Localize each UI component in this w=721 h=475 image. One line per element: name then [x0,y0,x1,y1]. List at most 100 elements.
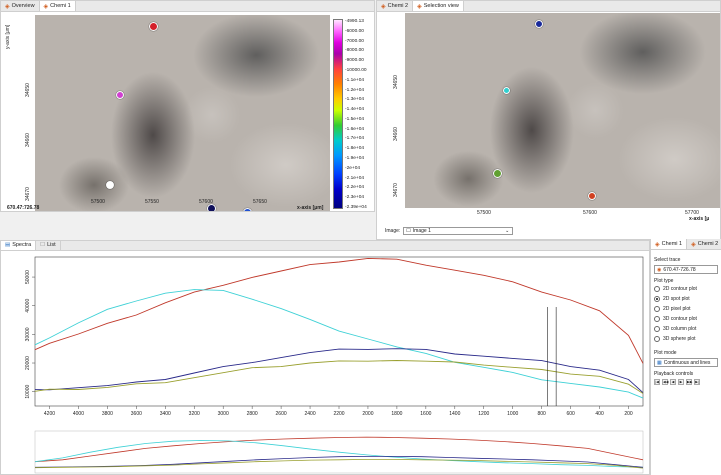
radio-button[interactable] [654,316,660,322]
colorbar-label: -10000.00 [345,67,367,73]
x-tick-label: 4000 [73,411,84,417]
trace-value: 670.47-726.78 [663,266,696,273]
spectra-tabbar: ▤ Spectra ☐ List [1,241,649,251]
select-trace-dropdown[interactable]: ◉ 670.47-726.78 [654,265,718,274]
x-tick-label: 2800 [247,411,258,417]
radio-button[interactable] [654,296,660,302]
control-tabbar: ◈ Chemi 1 ◈ Chemi 2 [651,239,721,250]
playback-button[interactable]: ◀ [670,379,676,385]
image-value: Image 1 [412,228,431,234]
tab-selection-view[interactable]: ◈ Selection view [413,1,464,11]
right-microscope-image[interactable] [405,13,720,208]
y-tick: 34670 [25,187,31,201]
x-tick-label: 3800 [102,411,113,417]
right-map-panel: ◈ Chemi 2 ◈ Selection view 34650 34660 346… [376,0,721,240]
select-trace-label: Select trace [654,257,681,263]
x-tick-label: 3200 [189,411,200,417]
plot-type-option[interactable]: 3D sphere plot [654,336,696,342]
spectra-icon: ▤ [5,242,11,248]
image-dropdown[interactable]: ☐ Image 1 ⌄ [403,227,514,235]
y-tick: 34660 [393,127,399,141]
playback-button[interactable]: ◀◀ [662,379,668,385]
radio-button[interactable] [654,286,660,292]
overview-icon: ◈ [5,3,10,10]
measurement-spot[interactable] [243,208,252,211]
trace-icon: ◉ [657,266,662,273]
y-tick-label: 10000 [25,385,31,399]
y-tick: 34660 [25,133,31,147]
radio-button[interactable] [654,326,660,332]
colorbar-label: -2.39e+04 [345,205,367,210]
playback-button[interactable]: ▶| [694,379,700,385]
playback-button[interactable]: |◀ [654,379,660,385]
left-tabbar: ◈ Overview ◈ Chemi 1 [1,1,374,12]
measurement-spot[interactable] [106,181,114,189]
tab-label: List [47,242,56,248]
spectra-panel: ▤ Spectra ☐ List 4200 4000 3800 3600 3400 3200 3… [0,240,650,475]
spectra-chart[interactable]: 4200 4000 3800 3600 3400 3200 3000 2800 2600 2400… [1,251,650,475]
x-tick-label: 1200 [478,411,489,417]
plot-type-option[interactable]: 3D contour plot [654,316,697,322]
playback-controls: |◀ ◀◀ ◀ ▶ ▶▶ ▶| [654,379,700,385]
x-tick: 57550 [145,199,159,205]
y-tick-label: 20000 [25,356,31,370]
colorbar-label: -2.2e+04 [345,185,365,191]
radio-button[interactable] [654,306,660,312]
radio-button[interactable] [654,336,660,342]
playback-button[interactable]: ▶ [678,379,684,385]
tab-chemi-2[interactable]: ◈ Chemi 2 [377,1,414,11]
left-microscope-image[interactable] [35,15,330,211]
tab-chemi-2-control[interactable]: ◈ Chemi 2 [687,239,721,249]
measurement-spot[interactable] [493,169,502,178]
tab-overview[interactable]: ◈ Overview [1,1,40,11]
right-tabbar: ◈ Chemi 2 ◈ Selection view [377,1,720,12]
x-tick-label: 200 [624,411,633,417]
colorbar-label: -1.1e+04 [345,77,365,83]
measurement-spot[interactable] [535,20,543,28]
x-tick: 57600 [199,199,213,205]
plot-mode-value: Continuous and lines [663,359,711,366]
plot-type-option[interactable]: 2D spot plot [654,296,690,302]
tab-label: Spectra [12,242,32,248]
colorbar-label: -2.1e+04 [345,175,365,181]
selection-icon: ◈ [417,3,422,10]
y-axis-label: y-axis [μm] [5,24,11,49]
tab-label: Selection view [423,3,459,9]
measurement-spot[interactable] [588,192,596,200]
colorbar-label: -2.3e+04 [345,195,365,201]
colorbar-label: -1.2e+04 [345,87,365,93]
colorbar-label: -1.8e+04 [345,146,365,152]
measurement-spot[interactable] [503,87,510,94]
tab-chemi-1-control[interactable]: ◈ Chemi 1 [651,239,688,249]
x-tick: 57650 [253,199,267,205]
measurement-spot[interactable] [149,22,158,31]
plot-type-option[interactable]: 3D column plot [654,326,696,332]
x-tick-label: 4200 [44,411,55,417]
x-axis-label: x-axis [μm] [297,205,324,211]
colorbar-label: -7000.00 [345,38,364,44]
chemi-icon: ◈ [43,3,49,10]
colorbar-label: -4990.13 [345,19,364,24]
measurement-spot[interactable] [207,204,216,211]
colorbar-label: -8000.00 [345,48,364,54]
measurement-spot[interactable] [116,91,124,99]
x-tick-label: 2000 [362,411,373,417]
tab-list[interactable]: ☐ List [36,241,61,250]
playback-button[interactable]: ▶▶ [686,379,692,385]
tab-label: Chemi 1 [661,241,683,247]
microscope-background [35,15,330,211]
plot-mode-dropdown[interactable]: ▦ Continuous and lines [654,358,718,367]
tab-label: Chemi 2 [387,3,409,9]
plot-type-option[interactable]: 2D pixel plot [654,306,691,312]
plot-type-option[interactable]: 2D contour plot [654,286,697,292]
tab-label: Chemi 1 [50,3,71,9]
chevron-down-icon: ⌄ [505,228,510,234]
chemi-icon: ◈ [381,3,386,10]
x-tick-label: 1400 [449,411,460,417]
tab-spectra[interactable]: ▤ Spectra [1,241,37,250]
tab-chemi-1[interactable]: ◈ Chemi 1 [39,1,76,11]
colorbar-label: -1.7e+04 [345,136,365,142]
chemi-icon: ◈ [691,241,696,248]
x-tick-label: 1600 [420,411,431,417]
colorbar-label: -1.4e+04 [345,107,365,113]
